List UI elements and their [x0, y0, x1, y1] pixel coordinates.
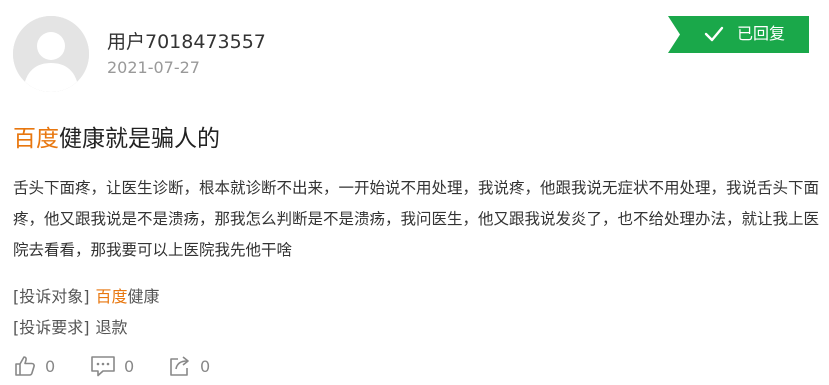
- complaint-card: 用户7018473557 2021-07-27 已回复 百度健康就是骗人的 舌头…: [0, 0, 829, 385]
- post-date: 2021-07-27: [107, 58, 200, 77]
- complaint-target: [投诉对象] 百度健康: [13, 287, 160, 307]
- request-value: 退款: [95, 318, 128, 337]
- username[interactable]: 用户7018473557: [107, 30, 266, 54]
- avatar[interactable]: [13, 16, 89, 92]
- check-icon: [704, 26, 724, 42]
- like-button[interactable]: 0: [13, 353, 55, 379]
- default-avatar-icon: [13, 16, 89, 92]
- complaint-body: 舌头下面疼，让医生诊断，根本就诊断不出来，一开始说不用处理，我说疼，他跟我说无症…: [13, 179, 820, 259]
- comment-button[interactable]: 0: [90, 353, 134, 379]
- target-highlight: 百度: [95, 287, 128, 306]
- title-rest: 健康就是骗人的: [59, 126, 220, 152]
- share-button[interactable]: 0: [168, 353, 210, 379]
- thumbs-up-icon: [15, 356, 35, 376]
- share-icon: [170, 356, 189, 376]
- complaint-request: [投诉要求] 退款: [13, 318, 128, 338]
- like-count: 0: [45, 356, 56, 376]
- replied-badge: 已回复: [668, 16, 809, 53]
- request-label: [投诉要求]: [13, 318, 90, 337]
- badge-label: 已回复: [737, 24, 786, 43]
- target-rest: 健康: [127, 287, 160, 306]
- comment-icon: [91, 356, 115, 377]
- complaint-title[interactable]: 百度健康就是骗人的: [13, 124, 220, 154]
- share-count: 0: [200, 356, 211, 376]
- title-highlight: 百度: [13, 126, 59, 152]
- target-label: [投诉对象]: [13, 287, 90, 306]
- target-value[interactable]: 百度健康: [96, 287, 160, 306]
- comment-count: 0: [124, 356, 135, 376]
